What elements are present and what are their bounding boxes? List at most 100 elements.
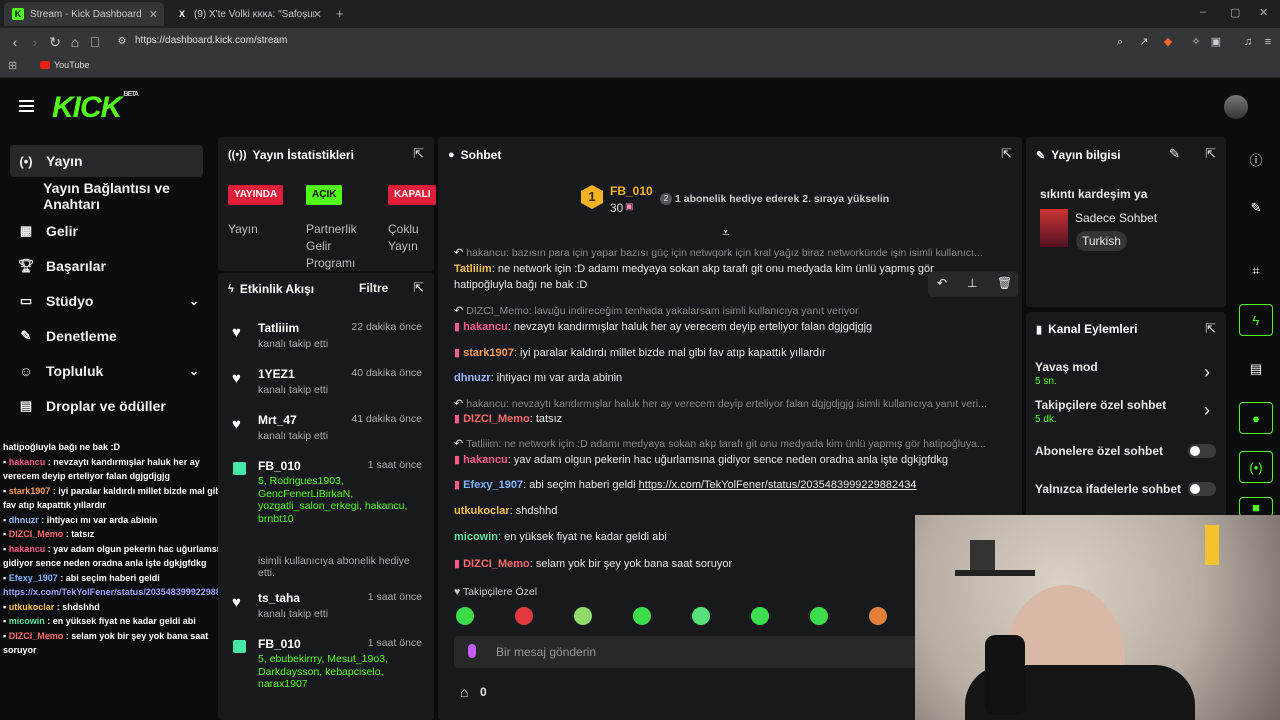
chat-username[interactable]: utkukoclar	[454, 505, 510, 517]
chat-bubble-icon[interactable]: ●	[1239, 402, 1273, 434]
chat-username[interactable]: micowin	[454, 531, 498, 543]
chat-username[interactable]: hakancu	[9, 544, 46, 554]
chat-username[interactable]: Efexy_1907	[9, 573, 58, 583]
expand-icon[interactable]: ⇱	[413, 280, 424, 296]
chat-username[interactable]: DIZCI_Memo	[463, 558, 530, 570]
sidebar-item-studyo[interactable]: ▭ Stüdyo ⌄	[10, 285, 203, 317]
message-input[interactable]: Bir mesaj gönderin	[454, 636, 924, 668]
menu-icon[interactable]: ≡	[1260, 34, 1276, 50]
emote-only-toggle[interactable]	[1188, 482, 1216, 496]
document-icon[interactable]: ▤	[1239, 353, 1273, 385]
chat-username[interactable]: hakancu	[463, 321, 508, 333]
emote-icon[interactable]	[633, 607, 651, 625]
kick-logo[interactable]: KICK BETA	[52, 91, 139, 125]
media-icon[interactable]: ♫	[1240, 34, 1256, 50]
reply-preview[interactable]: hakancu: nevzaytı kandırmışlar haluk her…	[466, 398, 987, 410]
emote-icon[interactable]	[692, 607, 710, 625]
reply-preview[interactable]: DIZCI_Memo: lavuğu indireceğim tenhada y…	[466, 305, 858, 317]
tab-x[interactable]: X (9) X'te Volkі ᴋᴋᴋᴀ: "Safoşun ödediği …	[168, 2, 328, 26]
hamburger-menu-icon[interactable]	[19, 100, 34, 102]
filter-button[interactable]: Filtre	[359, 281, 388, 295]
activity-user[interactable]: Tatliiim	[258, 321, 299, 335]
pin-icon[interactable]: ⊥	[967, 276, 977, 290]
chat-username[interactable]: DIZCI_Memo	[9, 631, 64, 641]
chat-username[interactable]: stark1907	[463, 347, 514, 359]
emote-icon[interactable]	[751, 607, 769, 625]
chevron-right-icon[interactable]: ›	[1204, 400, 1210, 421]
sidebar-item-stream-key[interactable]: Yayın Bağlantısı ve Anahtarı	[10, 180, 203, 212]
chat-username[interactable]: stark1907	[9, 486, 51, 496]
subscribers-chat-toggle[interactable]	[1188, 444, 1216, 458]
forward-icon[interactable]: ›	[27, 34, 43, 50]
zoom-icon[interactable]: ⌕	[1112, 34, 1128, 50]
close-window-icon[interactable]: ✕	[1259, 6, 1268, 19]
emote-icon[interactable]	[515, 607, 533, 625]
delete-icon[interactable]: 🗑︎	[997, 276, 1012, 290]
scroll-down-icon[interactable]: ⩡	[722, 225, 729, 241]
reload-icon[interactable]: ↻	[47, 34, 63, 50]
tab-kick-dashboard[interactable]: K Stream - Kick Dashboard ✕	[4, 2, 164, 26]
chat-username[interactable]: utkukoclar	[9, 602, 55, 612]
reply-preview[interactable]: Tatliiim: ne network için :D adamı medya…	[466, 438, 985, 450]
url-input[interactable]: https://dashboard.kick.com/stream	[135, 35, 287, 46]
maximize-icon[interactable]: ▢	[1230, 6, 1240, 19]
close-icon[interactable]: ✕	[313, 8, 322, 21]
emote-icon[interactable]	[810, 607, 828, 625]
chat-username[interactable]: hakancu	[463, 454, 508, 466]
sidebar-item-denetleme[interactable]: ✎ Denetleme	[10, 320, 203, 352]
lightning-icon[interactable]: ϟ	[1239, 304, 1273, 336]
broadcast-icon[interactable]: (•)	[1239, 451, 1273, 483]
bookmark-youtube[interactable]: YouTube	[40, 60, 89, 70]
emote-icon[interactable]	[574, 607, 592, 625]
minimize-icon[interactable]: –	[1200, 6, 1206, 18]
info-icon[interactable]: ⓘ	[1239, 143, 1273, 175]
site-info-icon[interactable]: ⚙	[114, 34, 130, 50]
activity-user[interactable]: 1YEZ1	[258, 367, 295, 381]
chat-username[interactable]: hakancu	[9, 457, 46, 467]
scan-icon[interactable]: ⌗	[1239, 255, 1273, 287]
category-name[interactable]: Sadece Sohbet	[1075, 211, 1157, 225]
home-icon[interactable]: ⌂	[67, 34, 83, 50]
sidebar-item-droplar[interactable]: ▤ Droplar ve ödüller	[10, 390, 203, 422]
activity-user[interactable]: FB_010	[258, 637, 301, 651]
new-tab-icon[interactable]: +	[336, 6, 344, 21]
expand-icon[interactable]: ⇱	[1205, 321, 1216, 337]
pencil-icon[interactable]: ✎	[1239, 192, 1273, 224]
chat-username[interactable]: Tatliiim	[454, 263, 492, 275]
emote-icon[interactable]	[869, 607, 887, 625]
camera-icon[interactable]: ■	[1239, 497, 1273, 517]
avatar[interactable]	[1224, 95, 1248, 119]
back-icon[interactable]: ‹	[7, 34, 23, 50]
activity-user[interactable]: Mrt_47	[258, 413, 297, 427]
expand-icon[interactable]: ⇱	[1205, 146, 1216, 162]
chat-username[interactable]: dhnuzr	[454, 372, 491, 384]
emote-icon[interactable]	[456, 607, 474, 625]
bookmark-icon[interactable]: ⎕	[87, 34, 103, 50]
activity-user[interactable]: ts_taha	[258, 591, 300, 605]
apps-icon[interactable]: ⊞	[8, 59, 17, 72]
expand-icon[interactable]: ⇱	[413, 146, 424, 162]
expand-icon[interactable]: ⇱	[1001, 146, 1012, 162]
chat-username[interactable]: DIZCI_Memo	[463, 413, 530, 425]
extensions-icon[interactable]: ✧	[1188, 34, 1204, 50]
edit-icon[interactable]: ✎	[1169, 146, 1180, 162]
chevron-right-icon[interactable]: ›	[1204, 362, 1210, 383]
reply-preview[interactable]: hakancu: bazısın para için yapar bazısı …	[466, 247, 983, 259]
microphone-icon[interactable]	[468, 644, 476, 658]
chat-username[interactable]: Efexy_1907	[463, 479, 523, 491]
reply-icon[interactable]: ↶	[937, 276, 947, 290]
sidebar-item-topluluk[interactable]: ☺ Topluluk ⌄	[10, 355, 203, 387]
share-icon[interactable]: ↗	[1136, 34, 1152, 50]
sidebar-item-yayin[interactable]: (•) Yayın	[10, 145, 203, 177]
chat-username[interactable]: DIZCI_Memo	[9, 529, 64, 539]
close-icon[interactable]: ✕	[149, 8, 158, 21]
chat-username[interactable]: micowin	[9, 616, 45, 626]
activity-user[interactable]: FB_010	[258, 459, 301, 473]
sidebar-item-gelir[interactable]: ▦ Gelir	[10, 215, 203, 247]
chat-link[interactable]: https://x.com/TekYolFener/status/2035483…	[639, 479, 917, 491]
vault-icon[interactable]: ⌂	[460, 684, 468, 700]
brave-shield-icon[interactable]: ◆	[1160, 34, 1176, 50]
sidebar-toggle-icon[interactable]: ▣	[1208, 34, 1224, 50]
sidebar-item-basarilar[interactable]: 🏆︎ Başarılar	[10, 250, 203, 282]
chat-username[interactable]: dhnuzr	[9, 515, 39, 525]
